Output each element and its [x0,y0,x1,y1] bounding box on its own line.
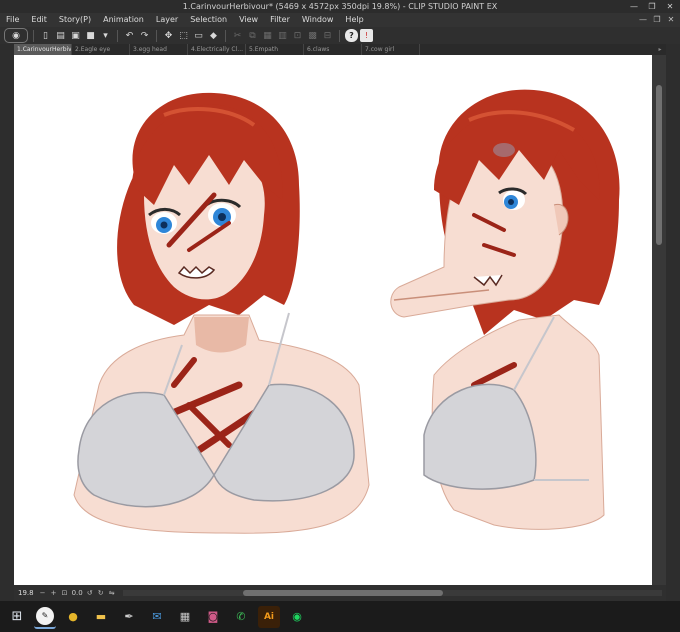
vertical-scrollbar[interactable] [652,55,666,585]
outlook-icon[interactable]: ✉ [146,606,168,628]
menu-bar: File Edit Story(P) Animation Layer Selec… [0,13,680,27]
selection-icon[interactable]: ⬚ [177,29,190,42]
tab-6[interactable]: 6.claws [304,44,362,55]
right-dock [666,44,680,601]
file-explorer-icon[interactable]: ▬ [90,606,112,628]
fit-icon[interactable]: ⊡ [61,589,69,597]
figure-front [73,92,370,534]
tab-4[interactable]: 4.Electrically Cl... [188,44,246,55]
left-dock [0,44,14,601]
rotate-left-icon[interactable]: ↺ [86,589,94,597]
clip-studio-icon[interactable]: ✎ [34,605,56,629]
window-controls: — ❐ ✕ [628,0,676,13]
menu-selection[interactable]: Selection [190,13,227,27]
tab-7[interactable]: 7.cow girl [362,44,420,55]
transform-icon[interactable]: ✥ [162,29,175,42]
tab-5[interactable]: 5.Empath [246,44,304,55]
illustrator-icon[interactable]: Ai [258,605,280,628]
chevron-down-icon[interactable]: ▾ [99,29,112,42]
maximize-button[interactable]: ❐ [646,0,658,13]
save-icon[interactable]: ▣ [69,29,82,42]
clear-icon[interactable]: ▭ [192,29,205,42]
close-button[interactable]: ✕ [664,0,676,13]
rotation-value[interactable]: 0.0 [72,589,83,597]
new-file-icon[interactable]: ▯ [39,29,52,42]
tab-2[interactable]: 2.Eagle eye [72,44,130,55]
horizontal-scrollbar[interactable] [122,590,662,596]
chrome-icon[interactable]: ● [62,606,84,628]
vertical-scroll-thumb[interactable] [656,85,662,245]
windows-start-icon[interactable]: ⊞ [6,606,28,628]
eye-icon[interactable]: ◉ [4,28,28,43]
zoom-level[interactable]: 19.8 [16,589,36,597]
menu-story[interactable]: Story(P) [59,13,91,27]
canvas[interactable] [14,55,666,585]
minimize-button[interactable]: — [628,0,640,13]
menu-file[interactable]: File [6,13,19,27]
menu-window[interactable]: Window [302,13,334,27]
redo-icon[interactable]: ↷ [138,29,151,42]
tab-3[interactable]: 3.egg head [130,44,188,55]
toolbar-divider [339,29,340,42]
calculator-icon[interactable]: ▦ [174,606,196,628]
taskbar: ⊞ ✎ ● ▬ ✒ ✉ ▦ ◙ ✆ Ai ◉ [0,601,680,632]
crop-icon[interactable]: ⊡ [291,29,304,42]
undo-icon[interactable]: ↶ [123,29,136,42]
title-bar: 1.CarinvourHerbivour* (5469 x 4572px 350… [0,0,680,13]
menu-animation[interactable]: Animation [103,13,144,27]
photos-icon[interactable]: ◙ [202,606,224,628]
doc-maximize-button[interactable]: ❐ [652,13,662,27]
fill-icon[interactable]: ◆ [207,29,220,42]
status-bar: 19.8 − + ⊡ 0.0 ↺ ↻ ⇋ [14,585,666,601]
color-icon[interactable]: ■ [84,29,97,42]
zoom-in-icon[interactable]: + [50,589,58,597]
document-tabs: 1.CarinvourHerbivour* 2.Eagle eye 3.egg … [14,44,666,55]
spotify-icon[interactable]: ◉ [286,606,308,628]
menu-filter[interactable]: Filter [270,13,290,27]
figure-profile [390,89,620,530]
toolbar-divider [117,29,118,42]
menu-layer[interactable]: Layer [156,13,178,27]
layer-icon[interactable]: ▥ [276,29,289,42]
warning-icon[interactable]: ! [360,29,373,42]
toolbar-divider [156,29,157,42]
paste-icon[interactable]: ▦ [261,29,274,42]
document-window-controls: — ❐ ✕ [638,13,676,27]
toolbar-divider [225,29,226,42]
pen-tool-icon[interactable]: ✒ [118,606,140,628]
cut-icon[interactable]: ✂ [231,29,244,42]
help-icon[interactable]: ? [345,29,358,42]
tab-scroll-icon[interactable]: ▸ [654,44,666,55]
rotate-right-icon[interactable]: ↻ [97,589,105,597]
copy-icon[interactable]: ⧉ [246,29,259,42]
command-bar: ◉ ▯ ▤ ▣ ■ ▾ ↶ ↷ ✥ ⬚ ▭ ◆ ✂ ⧉ ▦ ▥ ⊡ ▩ ⊟ ? … [0,27,680,44]
horizontal-scroll-thumb[interactable] [242,590,443,596]
menu-view[interactable]: View [239,13,258,27]
doc-close-button[interactable]: ✕ [666,13,676,27]
zoom-out-icon[interactable]: − [39,589,47,597]
menu-help[interactable]: Help [345,13,363,27]
doc-minimize-button[interactable]: — [638,13,648,27]
window-title: 1.CarinvourHerbivour* (5469 x 4572px 350… [182,2,498,11]
menu-edit[interactable]: Edit [31,13,47,27]
ruler-icon[interactable]: ⊟ [321,29,334,42]
grid-icon[interactable]: ▩ [306,29,319,42]
toolbar-divider [33,29,34,42]
open-icon[interactable]: ▤ [54,29,67,42]
artwork [73,89,620,534]
tab-1[interactable]: 1.CarinvourHerbivour* [14,44,72,55]
whatsapp-icon[interactable]: ✆ [230,606,252,628]
flip-icon[interactable]: ⇋ [108,589,116,597]
